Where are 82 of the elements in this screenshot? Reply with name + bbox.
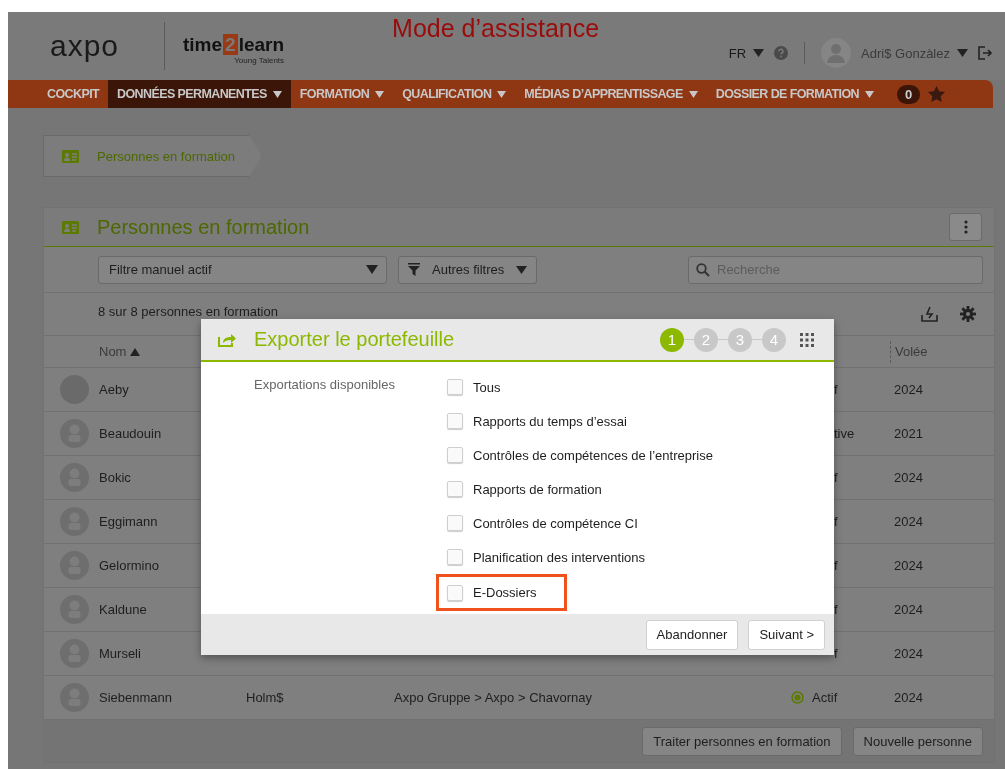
logout-icon[interactable] bbox=[978, 46, 993, 60]
table-cell: 2021 bbox=[894, 426, 923, 441]
caret-icon bbox=[366, 265, 378, 274]
table-cell: f bbox=[834, 558, 838, 573]
caret-icon bbox=[516, 265, 528, 274]
result-count: 8 sur 8 personnes en formation bbox=[98, 303, 278, 319]
star-icon[interactable] bbox=[928, 86, 946, 102]
product-logo: time2 learn Young Talents bbox=[183, 33, 285, 65]
nav-tab[interactable]: COCKPIT bbox=[38, 80, 109, 108]
checkbox[interactable] bbox=[447, 584, 463, 601]
grid-icon[interactable] bbox=[800, 332, 814, 347]
table-cell: 2024 bbox=[894, 646, 923, 661]
column-header[interactable]: Volée bbox=[890, 340, 928, 363]
table-cell: 2024 bbox=[894, 558, 923, 573]
help-icon[interactable] bbox=[774, 46, 789, 60]
dialog-button[interactable]: Abandonner bbox=[645, 619, 739, 650]
sort-ascending-icon bbox=[130, 347, 141, 356]
checkbox[interactable] bbox=[447, 379, 463, 395]
table-cell: Axpo Gruppe > Axpo > Chavornay bbox=[394, 690, 592, 705]
settings-icon[interactable] bbox=[960, 306, 976, 322]
dialog-title: Exporter le portefeuille bbox=[254, 328, 455, 351]
table-cell: Murseli bbox=[99, 646, 141, 661]
table-cell: Kaldune bbox=[99, 602, 147, 617]
option-label: Rapports de formation bbox=[473, 481, 602, 497]
checkbox[interactable] bbox=[447, 413, 463, 429]
table-cell: Actif bbox=[812, 690, 838, 705]
more-menu-button[interactable] bbox=[949, 213, 982, 241]
table-cell: f bbox=[834, 514, 838, 529]
notification-badge[interactable]: 0 bbox=[897, 84, 921, 104]
table-cell: f bbox=[834, 382, 838, 397]
table-cell: Holm$ bbox=[246, 690, 284, 705]
mode-title: Mode d’assistance bbox=[392, 14, 600, 43]
table-cell: Gelormino bbox=[99, 558, 159, 573]
caret-icon bbox=[957, 49, 968, 57]
footer-button[interactable]: Traiter personnes en formation bbox=[642, 726, 842, 756]
step-indicator: 1 bbox=[660, 327, 684, 352]
user-menu[interactable]: Adri$ Gonzàlez bbox=[861, 45, 968, 61]
table-cell: f bbox=[834, 602, 838, 617]
nav-tab[interactable]: FORMATION bbox=[290, 80, 394, 108]
checkbox[interactable] bbox=[447, 515, 463, 531]
option-label: Contrôles de compétence CI bbox=[473, 515, 638, 531]
id-card-icon bbox=[62, 220, 79, 234]
table-cell: Beaudouin bbox=[99, 426, 162, 441]
download-icon[interactable] bbox=[921, 306, 938, 322]
other-filters-button[interactable]: Autres filtres bbox=[398, 255, 538, 284]
table-cell: f bbox=[834, 646, 838, 661]
nav-tab[interactable]: MÉDIAS D’APPRENTISSAGE bbox=[515, 80, 707, 108]
option-label: Contrôles de compétences de l’entreprise bbox=[473, 447, 713, 463]
table-cell: 2024 bbox=[894, 602, 923, 617]
nav-tab[interactable]: DONNÉES PERMANENTES bbox=[108, 80, 291, 108]
checkbox[interactable] bbox=[447, 447, 463, 463]
filter-dropdown[interactable]: Filtre manuel actif bbox=[98, 255, 387, 284]
table-cell: 2024 bbox=[894, 514, 923, 529]
more-icon bbox=[963, 220, 968, 234]
panel-title: Personnes en formation bbox=[97, 215, 310, 239]
column-header[interactable]: Nom bbox=[99, 344, 141, 359]
table-cell: 2024 bbox=[894, 470, 923, 485]
table-cell: Siebenmann bbox=[99, 690, 172, 705]
option-label: E-Dossiers bbox=[473, 585, 537, 600]
filter-icon bbox=[408, 263, 420, 276]
table-cell: 2024 bbox=[894, 382, 923, 397]
footer-button[interactable]: Nouvelle personne bbox=[852, 726, 983, 756]
table-cell: 2024 bbox=[894, 690, 923, 705]
table-cell: f bbox=[834, 470, 838, 485]
option-label: Rapports du temps d’essai bbox=[473, 413, 627, 429]
option-label: Planification des interventions bbox=[473, 549, 645, 565]
language-selector[interactable]: FR bbox=[728, 45, 765, 61]
caret-icon bbox=[753, 49, 765, 57]
option-label: Tous bbox=[473, 379, 501, 395]
table-cell: Bokic bbox=[99, 470, 131, 485]
field-label: Exportations disponibles bbox=[254, 377, 396, 394]
table-cell: tive bbox=[834, 426, 855, 441]
share-icon bbox=[218, 332, 237, 347]
nav-tab[interactable]: QUALIFICATION bbox=[393, 80, 516, 108]
checkbox[interactable] bbox=[447, 549, 463, 565]
table-cell: Aeby bbox=[99, 382, 129, 397]
table-cell: Eggimann bbox=[99, 514, 158, 529]
nav-tab[interactable]: DOSSIER DE FORMATION bbox=[706, 80, 884, 108]
checkbox[interactable] bbox=[447, 481, 463, 497]
company-logo: axpo bbox=[50, 29, 121, 63]
id-card-icon bbox=[62, 149, 79, 163]
dialog-button[interactable]: Suivant > bbox=[748, 619, 825, 650]
